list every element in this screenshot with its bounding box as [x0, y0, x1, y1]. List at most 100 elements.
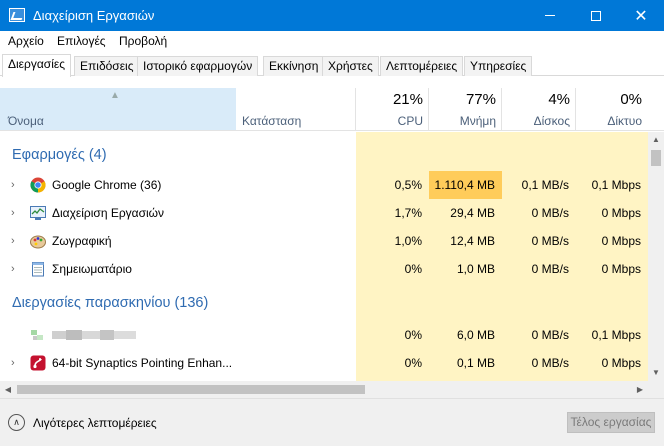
column-name[interactable]: ▲ Όνομα [0, 88, 236, 130]
memory-total: 77% [465, 91, 496, 108]
process-name: Σημειωματάριο [52, 262, 132, 276]
fewer-details-label: Λιγότερες λεπτομέρειες [33, 415, 157, 430]
close-icon: ✕ [634, 7, 648, 25]
memory-value: 12,4 MB [450, 234, 495, 248]
column-memory-label: Μνήμη [459, 114, 496, 128]
column-name-label: Όνομα [8, 114, 44, 128]
process-name: Ζωγραφική [52, 234, 112, 248]
group-header-background[interactable]: Διεργασίες παρασκηνίου (136) [0, 292, 648, 320]
scroll-left-icon[interactable]: ◀ [0, 381, 16, 398]
chevron-right-icon[interactable]: › [11, 263, 15, 275]
network-value: 0,1 Mbps [591, 178, 641, 192]
column-status-label: Κατάσταση [242, 114, 302, 128]
group-title: Διεργασίες παρασκηνίου (136) [12, 295, 209, 311]
table-row[interactable]: › Σημειωματάριο 0% 1,0 MB 0 MB/s 0 Mbps [0, 255, 648, 283]
network-value: 0 Mbps [601, 206, 641, 220]
column-network[interactable]: 0% Δίκτυο [576, 88, 648, 130]
tab-performance[interactable]: Επιδόσεις [74, 56, 140, 76]
close-button[interactable]: ✕ [618, 0, 664, 31]
process-name: 64-bit Synaptics Pointing Enhan... [52, 356, 233, 370]
memory-value: 1,0 MB [456, 262, 495, 276]
menu-file[interactable]: Αρχείο [8, 34, 44, 48]
column-status[interactable]: Κατάσταση [236, 88, 355, 130]
disk-value: 0 MB/s [531, 328, 569, 342]
scroll-right-icon[interactable]: ▶ [632, 381, 648, 398]
maximize-button[interactable] [573, 0, 619, 31]
network-value: 0 Mbps [601, 234, 641, 248]
menu-view[interactable]: Προβολή [119, 34, 167, 48]
network-value: 0 Mbps [601, 262, 641, 276]
memory-value: 1.110,4 MB [434, 178, 495, 192]
tab-details[interactable]: Λεπτομέρειες [380, 56, 464, 76]
table-row[interactable]: 0% 6,0 MB 0 MB/s 0,1 Mbps [0, 321, 648, 349]
table-row[interactable]: › Google Chrome (36) 0,5% 1.110,4 MB 0,1… [0, 171, 648, 199]
scrollbar-corner [648, 381, 664, 398]
sort-ascending-icon: ▲ [110, 90, 120, 101]
disk-total: 4% [548, 91, 570, 108]
vertical-scrollbar[interactable]: ▲ ▼ [648, 132, 664, 381]
minimize-button[interactable] [527, 0, 573, 31]
window-title: Διαχείριση Εργασιών [33, 8, 155, 23]
group-title: Εφαρμογές (4) [12, 147, 107, 163]
cpu-value: 1,0% [394, 234, 422, 248]
chevron-right-icon[interactable]: › [11, 235, 15, 247]
cpu-value: 0% [404, 262, 422, 276]
scroll-thumb[interactable] [17, 385, 365, 394]
notepad-icon [32, 262, 44, 277]
memory-value: 0,1 MB [456, 356, 495, 370]
cpu-value: 0% [404, 356, 422, 370]
fewer-details-button[interactable]: ∧ Λιγότερες λεπτομέρειες [8, 414, 157, 431]
table-row[interactable]: › 64-bit Synaptics Pointing Enhan... 0% … [0, 349, 648, 377]
cpu-value: 0,5% [394, 178, 422, 192]
group-header-apps[interactable]: Εφαρμογές (4) [0, 142, 648, 170]
tab-app-history[interactable]: Ιστορικό εφαρμογών [137, 56, 259, 76]
chevron-right-icon[interactable]: › [11, 179, 15, 191]
chevron-right-icon[interactable]: › [11, 207, 15, 219]
column-memory[interactable]: 77% Μνήμη [429, 88, 502, 130]
menu-bar: Αρχείο Επιλογές Προβολή [0, 31, 664, 53]
tab-strip: Διεργασίες Επιδόσεις Ιστορικό εφαρμογών … [0, 53, 664, 77]
scroll-thumb[interactable] [651, 150, 661, 166]
disk-value: 0 MB/s [531, 262, 569, 276]
process-name: Google Chrome (36) [52, 178, 162, 192]
tab-services[interactable]: Υπηρεσίες [464, 56, 533, 76]
network-value: 0,1 Mbps [591, 328, 641, 342]
blurred-process-name [52, 330, 136, 340]
tab-startup[interactable]: Εκκίνηση [263, 56, 325, 76]
table-row[interactable]: › Ζωγραφική 1,0% 12,4 MB 0 MB/s 0 Mbps [0, 227, 648, 255]
title-bar: Διαχείριση Εργασιών ✕ [0, 0, 664, 31]
synaptics-icon [30, 355, 46, 371]
table-row[interactable]: › Διαχείριση Εργασιών 1,7% 29,4 MB 0 MB/… [0, 199, 648, 227]
tab-processes[interactable]: Διεργασίες [2, 54, 71, 77]
cpu-value: 0% [404, 328, 422, 342]
horizontal-scrollbar[interactable]: ◀ ▶ [0, 381, 648, 398]
column-header: ▲ Όνομα Κατάσταση 21% CPU 77% Μνήμη 4% Δ… [0, 88, 664, 131]
cpu-value: 1,7% [394, 206, 422, 220]
chevron-up-icon: ∧ [8, 414, 25, 431]
footer-bar: ∧ Λιγότερες λεπτομέρειες Τέλος εργασίας [0, 398, 664, 446]
network-total: 0% [620, 91, 642, 108]
column-disk-label: Δίσκος [533, 114, 570, 128]
column-cpu[interactable]: 21% CPU [356, 88, 429, 130]
column-network-label: Δίκτυο [607, 114, 642, 128]
menu-options[interactable]: Επιλογές [57, 34, 106, 48]
column-cpu-label: CPU [397, 114, 423, 128]
column-disk[interactable]: 4% Δίσκος [502, 88, 576, 130]
disk-value: 0 MB/s [531, 356, 569, 370]
tab-users[interactable]: Χρήστες [322, 56, 379, 76]
end-task-button[interactable]: Τέλος εργασίας [567, 412, 655, 433]
maximize-icon [591, 10, 601, 21]
memory-value: 29,4 MB [450, 206, 495, 220]
task-manager-icon [30, 206, 46, 220]
disk-value: 0 MB/s [531, 206, 569, 220]
process-name: Διαχείριση Εργασιών [52, 206, 165, 220]
memory-value: 6,0 MB [456, 328, 495, 342]
task-manager-icon [9, 8, 25, 22]
disk-value: 0 MB/s [531, 234, 569, 248]
disk-value: 0,1 MB/s [521, 178, 569, 192]
process-list: Εφαρμογές (4) › Google Chrome (36) 0,5% … [0, 132, 648, 381]
scroll-up-icon[interactable]: ▲ [648, 132, 664, 148]
cpu-total: 21% [392, 91, 423, 108]
chevron-right-icon[interactable]: › [11, 357, 15, 369]
scroll-down-icon[interactable]: ▼ [648, 365, 664, 381]
